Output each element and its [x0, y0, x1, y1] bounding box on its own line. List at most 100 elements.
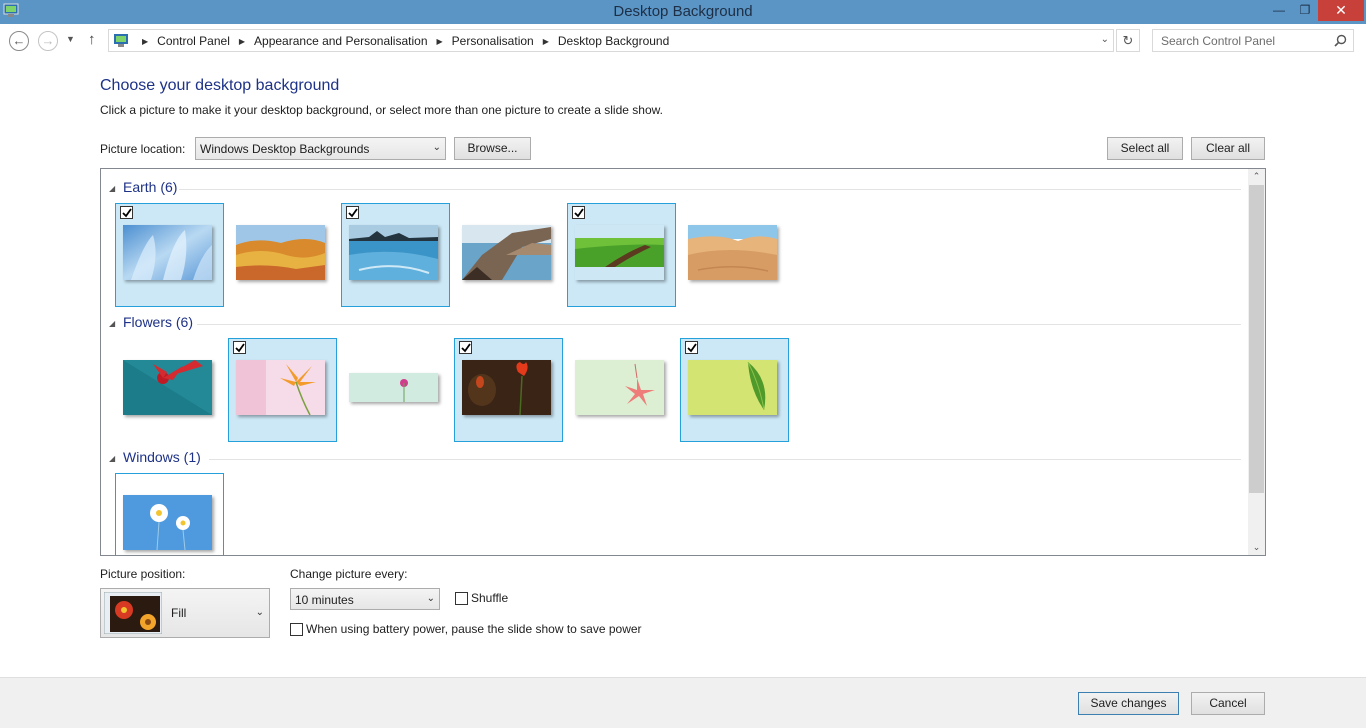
change-picture-every-value: 10 minutes	[295, 593, 354, 607]
vertical-scrollbar[interactable]: ⌃ ⌄	[1248, 169, 1265, 555]
picture-location-label: Picture location:	[100, 142, 186, 156]
collapse-triangle-icon[interactable]: ◢	[109, 454, 115, 463]
breadcrumb-separator-icon[interactable]: ▶	[239, 37, 245, 46]
group-divider	[197, 324, 1241, 325]
save-changes-button[interactable]: Save changes	[1078, 692, 1179, 715]
browse-button[interactable]: Browse...	[454, 137, 531, 160]
refresh-icon: ↻	[1122, 33, 1134, 48]
wallpaper-tile-painted-hills[interactable]	[228, 203, 337, 307]
group-label-earth: Earth (6)	[123, 179, 178, 195]
daisies-blue-wallpaper-thumbnail	[123, 495, 212, 550]
group-header-earth[interactable]: ◢ Earth (6)	[109, 179, 1241, 199]
breadcrumb-control-panel[interactable]: Control Panel	[157, 34, 230, 48]
cancel-button[interactable]: Cancel	[1191, 692, 1265, 715]
battery-pause-checkbox[interactable]	[290, 623, 303, 636]
wallpaper-tile-coastal-rocks[interactable]	[454, 203, 563, 307]
search-icon[interactable]	[1334, 34, 1347, 47]
chevron-down-icon: ⌄	[426, 593, 435, 604]
wallpaper-checkbox[interactable]	[459, 341, 472, 354]
wallpaper-tile-daisies[interactable]	[115, 473, 224, 555]
green-leaf-wallpaper-thumbnail	[688, 360, 777, 415]
wallpaper-tile-ice[interactable]	[115, 203, 224, 307]
change-picture-every-select[interactable]: 10 minutes ⌄	[290, 588, 440, 610]
scrollbar-thumb[interactable]	[1249, 185, 1264, 493]
wallpaper-checkbox[interactable]	[120, 206, 133, 219]
shuffle-checkbox[interactable]	[455, 592, 468, 605]
forward-button[interactable]: →	[38, 31, 58, 51]
group-divider	[179, 189, 1241, 190]
group-label-windows: Windows (1)	[123, 449, 201, 465]
forward-arrow-icon: →	[41, 33, 55, 48]
wallpaper-checkbox[interactable]	[233, 341, 246, 354]
red-tulips-wallpaper-thumbnail	[462, 360, 551, 415]
picture-location-value: Windows Desktop Backgrounds	[200, 142, 370, 156]
sea-rocks-wallpaper-thumbnail	[349, 225, 438, 280]
wallpaper-tile-orange-lily[interactable]	[228, 338, 337, 442]
page-description: Click a picture to make it your desktop …	[100, 103, 663, 117]
control-panel-icon	[114, 34, 128, 47]
scroll-up-arrow-icon[interactable]: ⌃	[1248, 171, 1265, 182]
address-bar[interactable]: ▶ Control Panel ▶ Appearance and Personalis…	[108, 29, 1114, 52]
group-label-flowers: Flowers (6)	[123, 314, 194, 330]
collapse-triangle-icon[interactable]: ◢	[109, 319, 115, 328]
maximize-button[interactable]: ❐	[1292, 0, 1318, 21]
picture-gallery[interactable]: ◢ Earth (6) ◢ Flowers (6) ◢ Windows (1) …	[100, 168, 1266, 556]
breadcrumb-separator-icon[interactable]: ▶	[142, 37, 148, 46]
clear-all-button[interactable]: Clear all	[1191, 137, 1265, 160]
collapse-triangle-icon[interactable]: ◢	[109, 184, 115, 193]
wallpaper-tile-green-leaf[interactable]	[680, 338, 789, 442]
pink-bud-wallpaper-thumbnail	[349, 373, 438, 402]
close-button[interactable]: ✕	[1318, 0, 1364, 21]
wallpaper-tile-green-field[interactable]	[567, 203, 676, 307]
pink-blossom-wallpaper-thumbnail	[575, 360, 664, 415]
refresh-button[interactable]: ↻	[1116, 29, 1140, 52]
coastal-rocks-wallpaper-thumbnail	[462, 225, 551, 280]
wallpaper-checkbox[interactable]	[572, 206, 585, 219]
chevron-down-icon[interactable]: ⌄	[1101, 34, 1109, 45]
battery-pause-label[interactable]: When using battery power, pause the slid…	[306, 622, 642, 636]
wallpaper-tile-sea-rocks[interactable]	[341, 203, 450, 307]
picture-position-label: Picture position:	[100, 567, 186, 581]
wallpaper-tile-red-flower[interactable]	[115, 338, 224, 442]
shuffle-label[interactable]: Shuffle	[471, 591, 508, 605]
picture-position-select[interactable]: Fill ⌄	[100, 588, 270, 638]
up-button[interactable]: ↑	[88, 31, 96, 48]
group-header-windows[interactable]: ◢ Windows (1)	[109, 449, 1241, 469]
chevron-down-icon: ⌄	[432, 142, 441, 153]
wallpaper-tile-sand-dunes[interactable]	[680, 203, 789, 307]
green-field-wallpaper-thumbnail	[575, 225, 664, 280]
wallpaper-tile-red-tulips[interactable]	[454, 338, 563, 442]
group-header-flowers[interactable]: ◢ Flowers (6)	[109, 314, 1241, 334]
title-bar: Desktop Background — ❐ ✕	[0, 0, 1366, 24]
wallpaper-tile-pink-blossom[interactable]	[567, 338, 676, 442]
group-divider	[209, 459, 1241, 460]
painted-hills-wallpaper-thumbnail	[236, 225, 325, 280]
minimize-button[interactable]: —	[1266, 0, 1292, 21]
breadcrumb-separator-icon[interactable]: ▶	[437, 37, 443, 46]
wallpaper-checkbox[interactable]	[685, 341, 698, 354]
sand-dunes-wallpaper-thumbnail	[688, 225, 777, 280]
picture-position-value: Fill	[171, 606, 187, 620]
page-title: Choose your desktop background	[100, 77, 340, 94]
orange-lily-wallpaper-thumbnail	[236, 360, 325, 415]
picture-location-select[interactable]: Windows Desktop Backgrounds ⌄	[195, 137, 446, 160]
change-picture-every-label: Change picture every:	[290, 567, 408, 581]
breadcrumb-desktop-background[interactable]: Desktop Background	[558, 34, 669, 48]
breadcrumb-appearance[interactable]: Appearance and Personalisation	[254, 34, 427, 48]
search-box[interactable]	[1152, 29, 1354, 52]
select-all-button[interactable]: Select all	[1107, 137, 1183, 160]
recent-locations-dropdown[interactable]: ▼	[66, 34, 75, 44]
footer-bar: Save changes Cancel	[0, 677, 1366, 728]
wallpaper-tile-pink-bud[interactable]	[341, 338, 450, 442]
back-arrow-icon: ←	[12, 33, 26, 48]
breadcrumb: ▶ Control Panel ▶ Appearance and Personalis…	[133, 34, 669, 48]
red-flower-teal-wallpaper-thumbnail	[123, 360, 212, 415]
search-input[interactable]	[1153, 30, 1329, 51]
breadcrumb-separator-icon[interactable]: ▶	[543, 37, 549, 46]
picture-position-preview	[104, 592, 162, 634]
ice-wallpaper-thumbnail	[123, 225, 212, 280]
scroll-down-arrow-icon[interactable]: ⌄	[1248, 542, 1265, 553]
wallpaper-checkbox[interactable]	[346, 206, 359, 219]
back-button[interactable]: ←	[9, 31, 29, 51]
breadcrumb-personalisation[interactable]: Personalisation	[452, 34, 534, 48]
